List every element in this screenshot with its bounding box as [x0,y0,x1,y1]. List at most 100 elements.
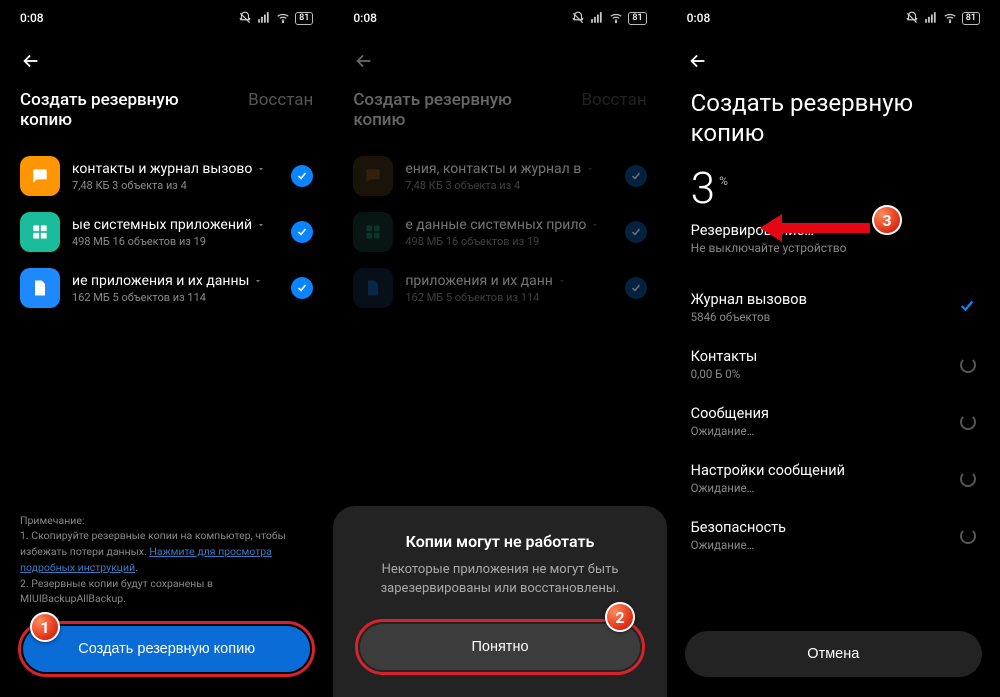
chat-icon [353,156,393,196]
tabs: Создать резервную копию Восстан [0,84,333,148]
wifi-icon [943,11,957,25]
step-badge-1: 1 [30,612,60,642]
checkbox-checked[interactable] [291,165,313,187]
category-apps: приложения и их данн 162 МБ 5 объектов из… [343,260,656,316]
progress-unit: % [719,174,728,188]
list-item-title: Контакты [691,348,960,365]
ok-button[interactable]: Понятно [360,624,639,670]
screen-1-backup-select: 0:08 81 Создать резервную копию Восстан … [0,0,333,697]
status-time: 0:08 [687,11,711,25]
arrow-annotation [760,214,870,242]
checkbox-checked[interactable] [291,221,313,243]
primary-button-area: Создать резервную копию [18,621,315,677]
tab-restore: Восстан [581,90,646,130]
dnd-icon [905,11,919,25]
checkbox-checked [625,165,647,187]
spinner-icon [960,357,976,373]
chevron-down-icon [590,220,600,230]
check-icon [296,226,308,238]
check-icon [630,170,642,182]
status-icons: 81 [905,11,980,25]
dnd-icon [238,11,252,25]
list-item: Контакты 0,00 Б 0% [667,336,1000,393]
battery-icon: 81 [295,12,313,25]
status-bar: 0:08 81 [0,0,333,36]
screen-3-progress: 0:08 81 Создать резервную копию 3 % Резе… [667,0,1000,697]
highlight-ring: Создать резервную копию [18,621,315,677]
checkbox-checked [625,277,647,299]
list-item-title: Безопасность [691,519,960,536]
signal-icon [257,11,271,25]
category-sub: 7,48 КБ 3 объекта из 4 [405,179,612,192]
category-title: приложения и их данн [405,273,553,289]
checkbox-checked [625,221,647,243]
category-apps[interactable]: ие приложения и их данны 162 МБ 5 объект… [10,260,323,316]
category-title: ые системных приложений [72,217,252,233]
note-line2: 2. Резервные копии будут сохранены в MIU… [20,576,313,608]
category-sub: 162 МБ 5 объектов из 114 [72,291,279,304]
back-button[interactable] [333,36,666,84]
step-badge-3: 3 [872,205,902,235]
step-badge-2: 2 [605,602,635,632]
spinner-icon [960,471,976,487]
grid-icon [353,212,393,252]
progress-value: 3 % [667,148,1000,210]
category-title: е данные системных прило [405,217,586,233]
category-sub: 498 МБ 16 объектов из 19 [72,235,279,248]
screen-2-warning-dialog: 0:08 81 Создать резервную копию Восстан … [333,0,666,697]
category-sub: 162 МБ 5 объектов из 114 [405,291,612,304]
signal-icon [924,11,938,25]
arrow-left-icon [353,50,375,72]
footer-note: Примечание: 1. Скопируйте резервные копи… [0,513,333,608]
list-item-sub: Ожидание… [691,538,960,552]
arrow-left-icon [20,50,42,72]
list-item-sub: 0,00 Б 0% [691,367,960,381]
list-item-sub: 5846 объектов [691,310,958,324]
file-icon [20,268,60,308]
back-button[interactable] [667,36,1000,84]
list-item: Журнал вызовов5846 объектов [667,279,1000,336]
check-icon [630,226,642,238]
status-bar: 0:08 81 [333,0,666,36]
check-icon [296,282,308,294]
chevron-down-icon [256,164,266,174]
arrow-left-icon [687,50,709,72]
tab-restore[interactable]: Восстан [248,90,313,130]
category-title: контакты и журнал вызово [72,161,252,177]
signal-icon [590,11,604,25]
note-heading: Примечание: [20,513,313,529]
chevron-down-icon [557,276,567,286]
done-icon [958,297,976,319]
cancel-button[interactable]: Отмена [685,631,982,677]
cancel-button-area: Отмена [685,631,982,677]
check-icon [958,297,976,315]
file-icon [353,268,393,308]
progress-percent: 3 [691,166,715,210]
back-button[interactable] [0,36,333,84]
category-text: контакты и журнал вызово 7,48 КБ 3 объек… [72,161,279,192]
checkbox-checked[interactable] [291,277,313,299]
category-text: ие приложения и их данны 162 МБ 5 объект… [72,273,279,304]
category-title: ие приложения и их данны [72,273,249,289]
list-item: Безопасность Ожидание… [667,507,1000,564]
tab-backup[interactable]: Создать резервную копию [20,90,230,130]
battery-icon: 81 [628,12,646,25]
category-system-apps: е данные системных прило498 МБ 16 объект… [343,204,656,260]
tabs: Создать резервную копию Восстан [333,84,666,148]
page-title: Создать резервную копию [667,84,1000,148]
tab-backup: Создать резервную копию [353,90,563,130]
category-system-apps[interactable]: ые системных приложений 498 МБ 16 объект… [10,204,323,260]
spinner-icon [960,414,976,430]
highlight-ring: Понятно [355,619,644,675]
category-title: ения, контакты и журнал в [405,161,581,177]
battery-icon: 81 [962,12,980,25]
backup-items-list: Журнал вызовов5846 объектов Контакты 0,00… [667,255,1000,564]
category-contacts: ения, контакты и журнал в 7,48 КБ 3 объек… [343,148,656,204]
check-icon [630,282,642,294]
spinner-icon [960,528,976,544]
chevron-down-icon [585,164,595,174]
status-icons: 81 [238,11,313,25]
category-contacts[interactable]: контакты и журнал вызово 7,48 КБ 3 объек… [10,148,323,204]
wifi-icon [609,11,623,25]
create-backup-button[interactable]: Создать резервную копию [23,626,310,672]
